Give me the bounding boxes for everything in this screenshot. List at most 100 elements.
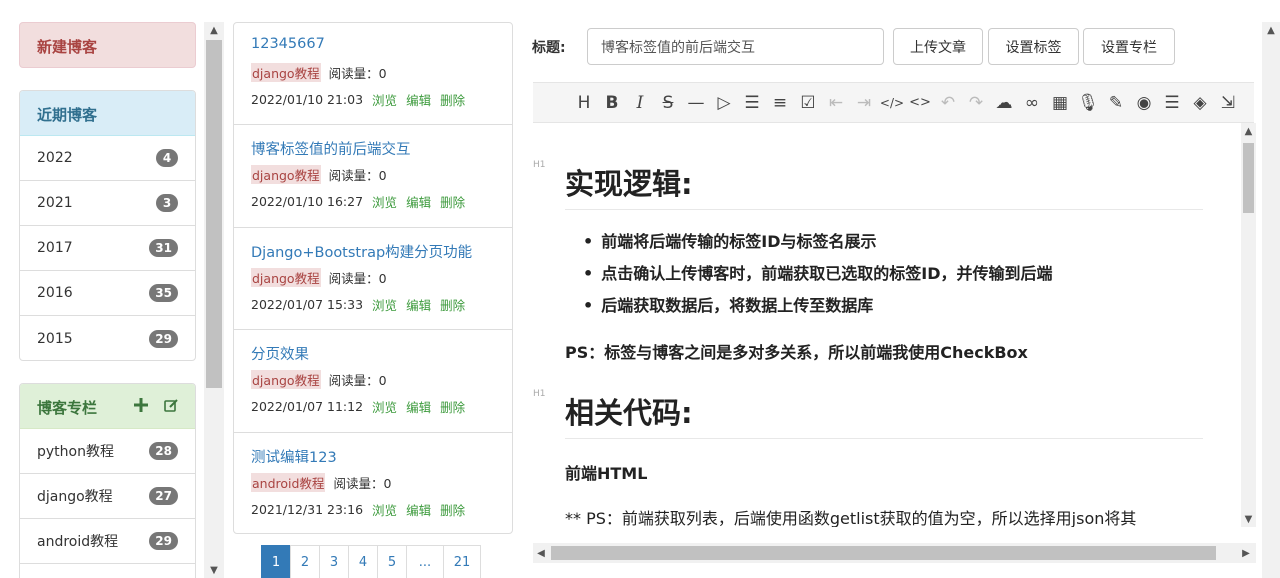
- scroll-right-icon[interactable]: ▶: [1238, 545, 1254, 561]
- post-list: 12345667 django教程 阅读量：0 2022/01/10 21:03 浏…: [233, 22, 513, 534]
- quote-icon[interactable]: ▷: [710, 91, 738, 115]
- recent-item-2017[interactable]: 2017 31: [20, 226, 195, 271]
- bullet-list-icon[interactable]: ☰: [738, 91, 766, 115]
- delete-link[interactable]: 删除: [440, 192, 465, 211]
- export-icon[interactable]: ⇲: [1214, 91, 1242, 115]
- page-link-2[interactable]: 2: [290, 545, 320, 578]
- edit-link[interactable]: 编辑: [406, 192, 431, 211]
- view-link[interactable]: 浏览: [372, 500, 397, 519]
- count-badge: 29: [149, 532, 178, 550]
- scroll-down-icon[interactable]: ▼: [204, 562, 224, 578]
- scroll-up-icon[interactable]: ▲: [204, 22, 224, 38]
- post-reads: 阅读量：0: [333, 475, 392, 491]
- edit-link[interactable]: 编辑: [406, 90, 431, 109]
- edit-link[interactable]: 编辑: [406, 500, 431, 519]
- scroll-left-icon[interactable]: ◀: [533, 545, 549, 561]
- heading-tag: H1: [533, 160, 546, 170]
- set-tags-button[interactable]: 设置标签: [988, 28, 1079, 65]
- column-item-android[interactable]: android教程 29: [20, 519, 195, 564]
- page-scrollbar[interactable]: ▲: [1262, 22, 1280, 578]
- page-ellipsis[interactable]: ...: [406, 545, 444, 578]
- column-item-python[interactable]: python教程 28: [20, 429, 195, 474]
- view-link[interactable]: 浏览: [372, 192, 397, 211]
- post-title[interactable]: 博客标签值的前后端交互: [251, 138, 495, 160]
- view-link[interactable]: 浏览: [372, 90, 397, 109]
- upload-article-button[interactable]: 上传文章: [893, 28, 983, 65]
- edit-mode-icon[interactable]: ✎: [1102, 91, 1130, 115]
- title-input[interactable]: [587, 28, 884, 65]
- delete-link[interactable]: 删除: [440, 90, 465, 109]
- list-item: 测试编辑123 android教程 阅读量：0 2021/12/31 23:16 浏…: [234, 433, 512, 533]
- post-title[interactable]: 12345667: [251, 36, 495, 58]
- column-item-django[interactable]: django教程 27: [20, 474, 195, 519]
- view-link[interactable]: 浏览: [372, 397, 397, 416]
- count-badge: 35: [149, 284, 178, 302]
- strikethrough-icon[interactable]: S: [654, 91, 682, 115]
- theme-icon[interactable]: ◈: [1186, 91, 1214, 115]
- delete-link[interactable]: 删除: [440, 500, 465, 519]
- delete-link[interactable]: 删除: [440, 295, 465, 314]
- ps-paragraph: PS：标签与博客之间是多对多关系，所以前端我使用CheckBox: [565, 343, 1028, 362]
- edit-link[interactable]: 编辑: [406, 295, 431, 314]
- count-badge: 28: [149, 442, 178, 460]
- recent-item-2021[interactable]: 2021 3: [20, 181, 195, 226]
- post-title[interactable]: Django+Bootstrap构建分页功能: [251, 241, 495, 263]
- scrollbar-thumb[interactable]: [551, 546, 1216, 560]
- italic-icon[interactable]: I: [626, 91, 654, 115]
- recent-item-2016[interactable]: 2016 35: [20, 271, 195, 316]
- editor-horizontal-scrollbar[interactable]: ◀ ▶: [533, 543, 1256, 563]
- recent-item-2015[interactable]: 2015 29: [20, 316, 195, 360]
- horizontal-rule-icon[interactable]: —: [682, 91, 710, 115]
- blog-columns-title: 博客专栏: [37, 399, 98, 417]
- code-block-icon[interactable]: </>: [878, 91, 906, 115]
- edit-column-icon[interactable]: [163, 396, 179, 414]
- left-sidebar: 新建博客 近期博客 2022 4 2021 3 2017 31 2016 35 2015…: [0, 0, 228, 578]
- recent-item-2022[interactable]: 2022 4: [20, 136, 195, 181]
- undo-icon[interactable]: ↶: [934, 91, 962, 115]
- record-icon[interactable]: 🎙: [1074, 91, 1102, 115]
- list-item: 12345667 django教程 阅读量：0 2022/01/10 21:03 浏…: [234, 23, 512, 126]
- list-item: 前端将后端传输的标签ID与标签名展示: [583, 226, 1052, 258]
- scrollbar-thumb[interactable]: [1243, 143, 1254, 213]
- column-item-label: android教程: [37, 534, 119, 550]
- checklist-icon[interactable]: ☑: [794, 91, 822, 115]
- inline-code-icon[interactable]: <>: [906, 91, 934, 115]
- editor-content[interactable]: H1 实现逻辑: 前端将后端传输的标签ID与标签名展示 点击确认上传博客时，前端…: [533, 123, 1241, 527]
- edit-link[interactable]: 编辑: [406, 397, 431, 416]
- bold-icon[interactable]: B: [598, 91, 626, 115]
- ordered-list-icon[interactable]: ≡: [766, 91, 794, 115]
- scroll-down-icon[interactable]: ▼: [1241, 511, 1256, 527]
- sidebar-scrollbar[interactable]: ▲ ▼: [204, 22, 224, 578]
- list-item: 分页效果 django教程 阅读量：0 2022/01/07 11:12 浏览 编辑删…: [234, 330, 512, 433]
- page-link-3[interactable]: 3: [319, 545, 349, 578]
- redo-icon[interactable]: ↷: [962, 91, 990, 115]
- outdent-icon[interactable]: ⇤: [822, 91, 850, 115]
- title-label: 标题:: [532, 40, 566, 56]
- view-link[interactable]: 浏览: [372, 295, 397, 314]
- heading-icon[interactable]: H: [570, 91, 598, 115]
- scroll-up-icon[interactable]: ▲: [1241, 123, 1256, 139]
- frontend-html-label: 前端HTML: [565, 464, 648, 483]
- scroll-up-icon[interactable]: ▲: [1262, 22, 1280, 38]
- scrollbar-thumb[interactable]: [206, 40, 222, 388]
- link-icon[interactable]: ∞: [1018, 91, 1046, 115]
- new-blog-button[interactable]: 新建博客: [19, 22, 196, 68]
- upload-icon[interactable]: ☁: [990, 91, 1018, 115]
- page-link-1[interactable]: 1: [261, 545, 291, 578]
- indent-icon[interactable]: ⇥: [850, 91, 878, 115]
- page-link-21[interactable]: 21: [443, 545, 481, 578]
- editor-vertical-scrollbar[interactable]: ▲ ▼: [1241, 123, 1256, 527]
- table-icon[interactable]: ▦: [1046, 91, 1074, 115]
- set-column-button[interactable]: 设置专栏: [1083, 28, 1175, 65]
- post-title[interactable]: 测试编辑123: [251, 446, 495, 468]
- page-link-5[interactable]: 5: [377, 545, 407, 578]
- post-reads: 阅读量：0: [328, 373, 387, 389]
- post-title[interactable]: 分页效果: [251, 343, 495, 365]
- delete-link[interactable]: 删除: [440, 397, 465, 416]
- outline-icon[interactable]: ☰: [1158, 91, 1186, 115]
- page-link-4[interactable]: 4: [348, 545, 378, 578]
- post-reads: 阅读量：0: [328, 168, 387, 184]
- preview-icon[interactable]: ◉: [1130, 91, 1158, 115]
- add-column-icon[interactable]: [133, 396, 149, 414]
- post-date: 2022/01/10 16:27: [251, 194, 364, 210]
